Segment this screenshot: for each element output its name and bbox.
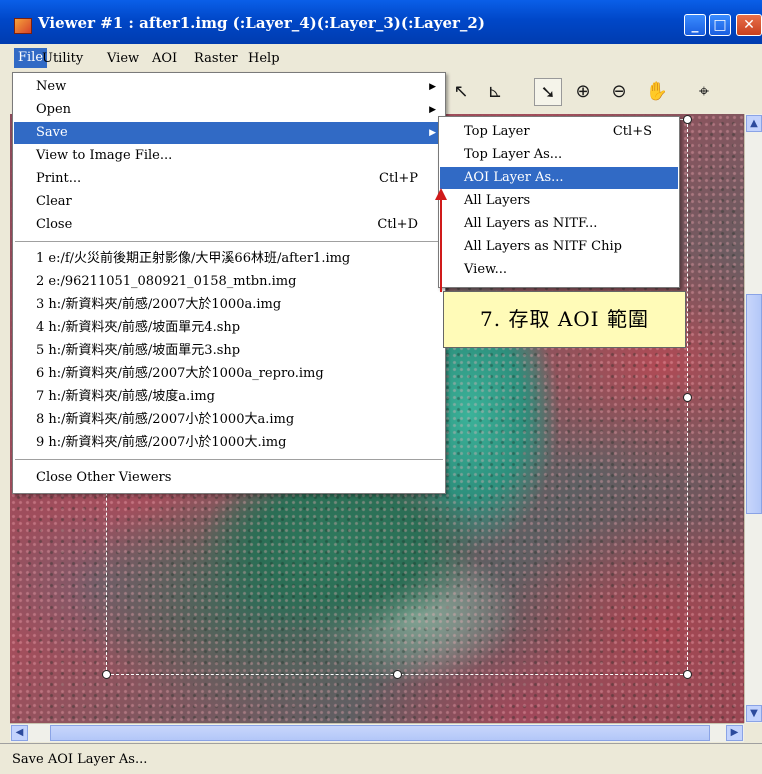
recent-file-item[interactable]: 2 e:/96211051_080921_0158_mtbn.img bbox=[14, 271, 444, 293]
recent-file-item[interactable]: 8 h:/新資料夾/前感/2007小於1000大a.img bbox=[14, 409, 444, 431]
menu-item-label: Open bbox=[36, 102, 72, 117]
submenu-arrow-icon: ▶ bbox=[429, 105, 436, 115]
menu-item-new[interactable]: New ▶ bbox=[14, 76, 444, 98]
menu-item-top-layer-as[interactable]: Top Layer As... bbox=[440, 144, 678, 166]
measure-icon[interactable]: ⊾ bbox=[481, 78, 509, 106]
menu-item-open[interactable]: Open ▶ bbox=[14, 99, 444, 121]
aoi-handle[interactable] bbox=[102, 670, 111, 679]
select-arrow-icon[interactable]: ➘ bbox=[534, 78, 562, 106]
menu-item-label: Close bbox=[36, 217, 73, 232]
maximize-icon: □ bbox=[713, 17, 727, 33]
aoi-handle[interactable] bbox=[683, 393, 692, 402]
menu-separator bbox=[15, 459, 443, 460]
menu-item-print[interactable]: Print... Ctl+P bbox=[14, 168, 444, 190]
inquire-cursor-icon[interactable]: ↖ bbox=[447, 78, 475, 106]
menu-item-label: Clear bbox=[36, 194, 72, 209]
submenu-arrow-icon: ▶ bbox=[429, 128, 436, 138]
annotation-callout: 7. 存取 AOI 範圍 bbox=[443, 291, 686, 348]
recent-file-item[interactable]: 5 h:/新資料夾/前感/坡面單元3.shp bbox=[14, 340, 444, 362]
menu-item-close-other-viewers[interactable]: Close Other Viewers bbox=[14, 467, 444, 489]
aoi-handle[interactable] bbox=[393, 670, 402, 679]
menu-view[interactable]: View bbox=[107, 51, 139, 66]
annotation-arrow-line bbox=[440, 198, 442, 292]
menu-item-clear[interactable]: Clear bbox=[14, 191, 444, 213]
recent-file-item[interactable]: 4 h:/新資料夾/前感/坡面單元4.shp bbox=[14, 317, 444, 339]
menu-item-all-layers[interactable]: All Layers bbox=[440, 190, 678, 212]
scroll-left-icon[interactable]: ◀ bbox=[11, 725, 28, 741]
menu-shortcut: Ctl+P bbox=[379, 171, 418, 186]
scroll-up-icon[interactable]: ▲ bbox=[746, 115, 762, 132]
close-icon: ✕ bbox=[743, 17, 755, 33]
aoi-handle[interactable] bbox=[683, 670, 692, 679]
close-button[interactable]: ✕ bbox=[736, 14, 762, 36]
zoom-in-icon[interactable]: ⊕ bbox=[569, 78, 597, 106]
menu-item-label: New bbox=[36, 79, 67, 94]
crosshair-icon[interactable]: ⌖ bbox=[690, 78, 718, 106]
save-submenu: Top Layer Ctl+S Top Layer As... AOI Layer… bbox=[438, 116, 680, 288]
app-icon bbox=[14, 18, 32, 34]
zoom-out-icon[interactable]: ⊖ bbox=[605, 78, 633, 106]
window-title: Viewer #1 : after1.img (:Layer_4)(:Layer… bbox=[38, 14, 485, 32]
menu-item-view-to-image-file[interactable]: View to Image File... bbox=[14, 145, 444, 167]
vertical-scroll-thumb[interactable] bbox=[746, 294, 762, 514]
annotation-arrow-icon bbox=[435, 188, 447, 200]
menu-item-save[interactable]: Save ▶ bbox=[14, 122, 444, 144]
recent-file-item[interactable]: 9 h:/新資料夾/前感/2007小於1000大.img bbox=[14, 432, 444, 454]
scroll-corner bbox=[744, 723, 762, 741]
menu-item-all-layers-nitf-chip[interactable]: All Layers as NITF Chip bbox=[440, 236, 678, 258]
menu-item-aoi-layer-as[interactable]: AOI Layer As... bbox=[440, 167, 678, 189]
menu-item-label: Top Layer bbox=[464, 124, 530, 139]
menu-item-view[interactable]: View... bbox=[440, 259, 678, 281]
recent-file-item[interactable]: 1 e:/f/火災前後期正射影像/大甲溪66林班/after1.img bbox=[14, 248, 444, 270]
menu-shortcut: Ctl+S bbox=[612, 124, 652, 139]
menu-help[interactable]: Help bbox=[248, 51, 280, 66]
menu-raster[interactable]: Raster bbox=[194, 51, 238, 66]
menu-item-label: Print... bbox=[36, 171, 82, 186]
recent-file-item[interactable]: 3 h:/新資料夾/前感/2007大於1000a.img bbox=[14, 294, 444, 316]
horizontal-scroll-thumb[interactable] bbox=[50, 725, 710, 741]
maximize-button[interactable]: □ bbox=[709, 14, 731, 36]
recent-file-item[interactable]: 7 h:/新資料夾/前感/坡度a.img bbox=[14, 386, 444, 408]
recent-file-item[interactable]: 6 h:/新資料夾/前感/2007大於1000a_repro.img bbox=[14, 363, 444, 385]
menu-item-all-layers-nitf[interactable]: All Layers as NITF... bbox=[440, 213, 678, 235]
submenu-arrow-icon: ▶ bbox=[429, 82, 436, 92]
menu-separator bbox=[15, 241, 443, 242]
scroll-right-icon[interactable]: ▶ bbox=[726, 725, 743, 741]
menu-shortcut: Ctl+D bbox=[377, 217, 418, 232]
title-bar[interactable]: Viewer #1 : after1.img (:Layer_4)(:Layer… bbox=[0, 0, 762, 44]
horizontal-scrollbar[interactable]: ◀ ▶ bbox=[10, 723, 744, 742]
menu-bar: File Utility View AOI Raster Help bbox=[0, 44, 762, 71]
status-bar: Save AOI Layer As... bbox=[0, 743, 762, 774]
menu-item-top-layer[interactable]: Top Layer Ctl+S bbox=[440, 121, 678, 143]
status-text: Save AOI Layer As... bbox=[12, 752, 148, 767]
minimize-icon: _ bbox=[691, 17, 699, 33]
menu-utility[interactable]: Utility bbox=[42, 51, 83, 66]
file-menu: New ▶ Open ▶ Save ▶ View to Image File... P… bbox=[12, 72, 446, 494]
vertical-scrollbar[interactable]: ▲ ▼ bbox=[744, 114, 762, 723]
aoi-handle[interactable] bbox=[683, 115, 692, 124]
scroll-down-icon[interactable]: ▼ bbox=[746, 705, 762, 722]
menu-item-label: View to Image File... bbox=[36, 148, 173, 163]
menu-item-close[interactable]: Close Ctl+D bbox=[14, 214, 444, 236]
menu-item-label: Save bbox=[36, 125, 68, 140]
minimize-button[interactable]: _ bbox=[684, 14, 706, 36]
pan-hand-icon[interactable]: ✋ bbox=[643, 78, 671, 106]
menu-aoi[interactable]: AOI bbox=[152, 51, 177, 66]
